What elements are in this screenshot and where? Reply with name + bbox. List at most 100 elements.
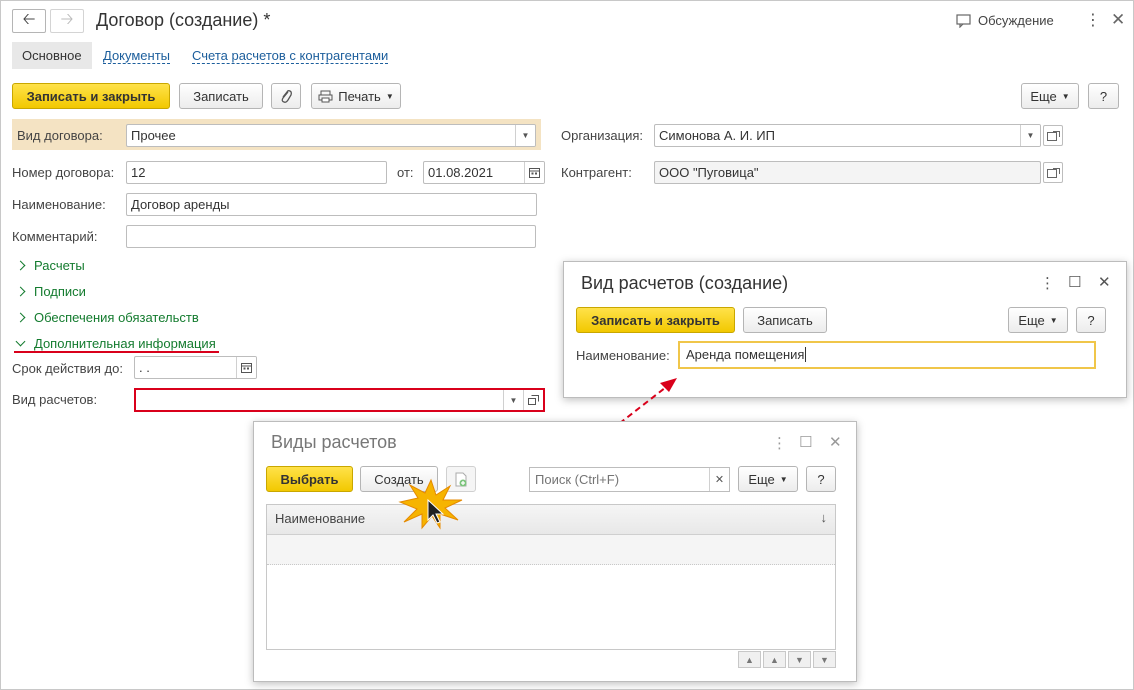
dropdown-icon[interactable]: ▼ (503, 390, 523, 410)
red-underline (14, 351, 219, 353)
sort-down-icon[interactable]: ↓ (821, 510, 828, 525)
contract-type-value: Прочее (131, 128, 176, 143)
calendar-icon[interactable] (236, 357, 256, 378)
settlement-type-select[interactable]: ▼ (134, 388, 545, 412)
list-table: Наименование ↓ (266, 504, 836, 650)
save-close-button[interactable]: Записать и закрыть (12, 83, 170, 109)
more-label: Еще (748, 471, 775, 487)
dropdown-icon[interactable]: ▼ (515, 125, 535, 146)
organization-select[interactable]: Симонова А. И. ИП ▼ (654, 124, 1041, 147)
printer-icon (318, 90, 333, 102)
dropdown-icon[interactable]: ▼ (1020, 125, 1040, 146)
dialog-name-input[interactable]: Аренда помещения (678, 341, 1096, 369)
chevron-right-icon (15, 286, 26, 297)
group-signatures[interactable]: Подписи (14, 284, 86, 299)
more-button[interactable]: Еще ▼ (1008, 307, 1068, 333)
save-button[interactable]: Записать (743, 307, 827, 333)
name-input[interactable]: Договор аренды (126, 193, 537, 216)
attach-button[interactable] (271, 83, 301, 109)
scroll-top-icon[interactable]: ▲ (738, 651, 761, 668)
print-label: Печать (338, 88, 381, 104)
tab-accounts[interactable]: Счета расчетов с контрагентами (192, 48, 389, 64)
counterparty-label: Контрагент: (561, 165, 632, 180)
contract-type-select[interactable]: Прочее ▼ (126, 124, 536, 147)
more-vert-icon[interactable]: ⋮ (772, 434, 787, 452)
scroll-down-icon[interactable]: ▼ (788, 651, 811, 668)
validity-label: Срок действия до: (12, 361, 123, 376)
validity-value: . . (139, 360, 150, 375)
caret-down-icon: ▼ (1061, 91, 1070, 101)
scroll-bottom-icon[interactable]: ▼ (813, 651, 836, 668)
chevron-right-icon (15, 260, 26, 271)
close-icon[interactable]: ✕ (1111, 10, 1125, 30)
search-text[interactable] (530, 468, 700, 490)
open-icon[interactable] (1043, 125, 1063, 146)
select-button[interactable]: Выбрать (266, 466, 353, 492)
forward-button[interactable]: 🡢 (50, 9, 84, 33)
scroll-up-icon[interactable]: ▲ (763, 651, 786, 668)
more-button[interactable]: Еще ▼ (738, 466, 798, 492)
close-icon[interactable]: ✕ (829, 433, 842, 451)
arrow-left-icon: 🡠 (22, 10, 36, 28)
maximize-icon[interactable]: ☐ (799, 433, 812, 451)
table-row[interactable] (267, 535, 835, 565)
help-button[interactable]: ? (806, 466, 836, 492)
comment-label: Комментарий: (12, 229, 98, 244)
organization-label: Организация: (561, 128, 644, 143)
click-burst-icon (398, 478, 463, 530)
more-label: Еще (1018, 312, 1045, 328)
group-label: Подписи (34, 284, 86, 299)
organization-value: Симонова А. И. ИП (659, 128, 775, 143)
window-title: Договор (создание) * (96, 10, 271, 30)
print-button[interactable]: Печать ▼ (311, 83, 401, 109)
back-button[interactable]: 🡠 (12, 9, 46, 33)
comment-input[interactable] (126, 225, 536, 248)
open-icon[interactable] (1043, 162, 1063, 183)
number-input[interactable]: 12 (126, 161, 387, 184)
dialog-name-value: Аренда помещения (686, 347, 805, 362)
calendar-icon[interactable] (524, 162, 544, 183)
chevron-right-icon (15, 312, 26, 323)
group-label: Обеспечения обязательств (34, 310, 199, 325)
help-button[interactable]: ? (1076, 307, 1106, 333)
save-button[interactable]: Записать (179, 83, 263, 109)
chat-icon (956, 13, 971, 28)
text-cursor (805, 347, 807, 362)
dialog-title: Виды расчетов (271, 432, 397, 452)
column-header-name[interactable]: Наименование ↓ (267, 505, 835, 535)
counterparty-field[interactable]: ООО "Пуговица" (654, 161, 1041, 184)
group-settlements[interactable]: Расчеты (14, 258, 85, 273)
date-from-label: от: (397, 165, 414, 180)
contract-type-label: Вид договора: (17, 128, 103, 143)
group-label: Расчеты (34, 258, 85, 273)
maximize-icon[interactable]: ☐ (1068, 273, 1081, 291)
group-label: Дополнительная информация (34, 336, 216, 351)
search-input[interactable]: ✕ (529, 467, 730, 492)
more-vert-icon[interactable]: ⋮ (1085, 10, 1101, 30)
close-icon[interactable]: ✕ (1098, 273, 1111, 291)
date-input[interactable]: 01.08.2021 (423, 161, 545, 184)
tab-documents[interactable]: Документы (103, 48, 171, 64)
arrow-right-icon: 🡢 (60, 10, 74, 28)
caret-down-icon: ▼ (1049, 315, 1058, 325)
dialog-title: Вид расчетов (создание) (581, 273, 789, 293)
more-button[interactable]: Еще ▼ (1021, 83, 1079, 109)
discussion-label: Обсуждение (978, 13, 1054, 28)
tab-main[interactable]: Основное (12, 42, 92, 69)
number-label: Номер договора: (12, 165, 115, 180)
more-vert-icon[interactable]: ⋮ (1040, 274, 1055, 292)
column-header-label: Наименование (275, 511, 366, 526)
caret-down-icon: ▼ (779, 474, 788, 484)
open-icon[interactable] (523, 390, 543, 410)
group-additional-info[interactable]: Дополнительная информация (14, 336, 216, 351)
validity-date-input[interactable]: . . (134, 356, 257, 379)
help-button[interactable]: ? (1088, 83, 1119, 109)
clear-icon[interactable]: ✕ (709, 468, 729, 491)
more-label: Еще (1030, 88, 1057, 104)
chevron-down-icon (15, 336, 26, 347)
date-value: 01.08.2021 (428, 165, 494, 180)
paperclip-icon (281, 90, 292, 103)
discussion-button[interactable]: Обсуждение (956, 13, 1054, 28)
group-obligations[interactable]: Обеспечения обязательств (14, 310, 199, 325)
save-close-button[interactable]: Записать и закрыть (576, 307, 735, 333)
